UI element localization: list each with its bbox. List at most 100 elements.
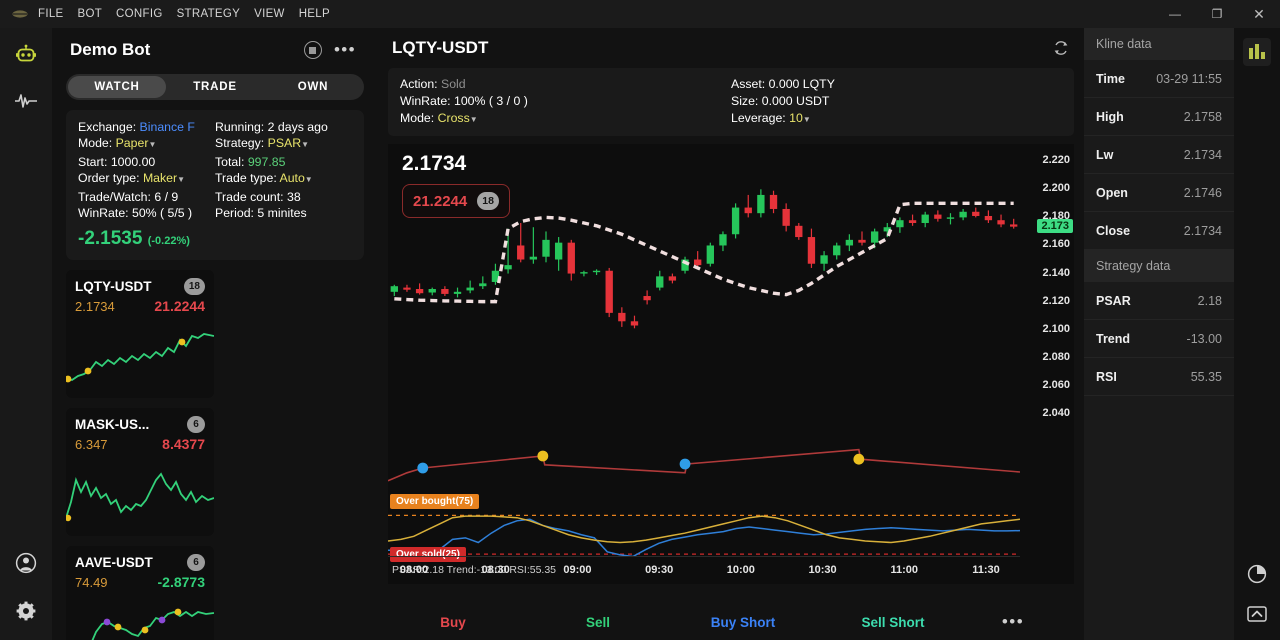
buy-button[interactable]: Buy bbox=[378, 615, 528, 630]
settings-gear-icon[interactable] bbox=[13, 598, 39, 624]
position-info-right: Asset: 0.000 LQTY Size: 0.000 USDT Lever… bbox=[731, 76, 1062, 128]
time-axis-tick: 10:30 bbox=[808, 564, 836, 576]
pulse-icon[interactable] bbox=[13, 88, 39, 114]
sparkline-chart bbox=[66, 322, 214, 394]
leverage-value[interactable]: 10 bbox=[789, 111, 803, 125]
strategy-key: RSI bbox=[1096, 370, 1117, 384]
robot-icon[interactable] bbox=[13, 42, 39, 68]
table-row: Trend -13.00 bbox=[1084, 320, 1234, 358]
list-item[interactable]: AAVE-USDT 6 74.49 -2.8773 bbox=[66, 546, 214, 640]
center-mode-value[interactable]: Cross bbox=[438, 111, 470, 125]
action-label: Action: bbox=[400, 77, 438, 91]
pie-chart-icon[interactable] bbox=[1243, 560, 1271, 588]
kline-value: 2.1734 bbox=[1184, 148, 1222, 162]
card-header: AAVE-USDT 6 bbox=[75, 554, 205, 571]
center-panel: LQTY-USDT Action: Sold WinRate: bbox=[378, 28, 1084, 640]
asset-row: Asset: 0.000 LQTY bbox=[731, 76, 1062, 93]
trade-watch-row: Trade/Watch: 6 / 9 bbox=[78, 189, 215, 205]
trade-type-chevron-down-icon[interactable]: ▼ bbox=[305, 175, 313, 184]
stop-circle-icon[interactable] bbox=[304, 41, 322, 59]
mode-label: Mode: bbox=[78, 136, 112, 150]
trade-type-value[interactable]: Auto bbox=[280, 171, 305, 185]
account-icon[interactable] bbox=[13, 550, 39, 576]
center-winrate-label: WinRate: bbox=[400, 94, 451, 108]
order-type-value[interactable]: Maker bbox=[143, 171, 177, 185]
running-value: 2 days ago bbox=[268, 120, 328, 134]
menu-config[interactable]: CONFIG bbox=[116, 8, 163, 20]
card-prices: 2.1734 21.2244 bbox=[75, 298, 205, 314]
list-item[interactable]: MASK-US... 6 6.347 8.4377 bbox=[66, 408, 214, 536]
menu-bar[interactable]: FILE BOT CONFIG STRATEGY VIEW HELP bbox=[30, 8, 330, 20]
menu-file[interactable]: FILE bbox=[38, 8, 64, 20]
left-rail-bottom-group bbox=[13, 550, 39, 640]
strategy-value: -13.00 bbox=[1187, 332, 1222, 346]
table-row: High 2.1758 bbox=[1084, 98, 1234, 136]
price-chart[interactable]: 2.1734 21.2244 18 w.m.s Over bought(75) … bbox=[388, 144, 1074, 584]
time-axis-tick: 08:00 bbox=[400, 564, 428, 576]
bar-chart-icon[interactable] bbox=[1243, 38, 1271, 66]
exchange-label: Exchange: bbox=[78, 120, 136, 134]
time-axis-tick: 09:30 bbox=[645, 564, 673, 576]
menu-strategy[interactable]: STRATEGY bbox=[177, 8, 241, 20]
left-panel: Demo Bot ••• WATCH TRADE OWN Exchange: B… bbox=[52, 28, 378, 640]
list-item[interactable]: LQTY-USDT 18 2.1734 21.2244 bbox=[66, 270, 214, 398]
menu-help[interactable]: HELP bbox=[299, 8, 330, 20]
mode-chevron-down-icon[interactable]: ▼ bbox=[148, 140, 156, 149]
running-row: Running: 2 days ago bbox=[215, 119, 352, 135]
total-label: Total: bbox=[215, 155, 244, 169]
minimize-button[interactable]: — bbox=[1154, 0, 1196, 28]
time-axis-tick: 11:00 bbox=[891, 564, 919, 576]
time-axis: 08:0008:3009:0009:3010:0010:3011:0011:30 bbox=[388, 556, 1020, 584]
kline-key: Open bbox=[1096, 186, 1128, 200]
right-rail bbox=[1234, 28, 1280, 640]
more-dots-icon[interactable]: ••• bbox=[334, 40, 356, 60]
tab-watch[interactable]: WATCH bbox=[68, 76, 166, 98]
collapse-up-icon[interactable] bbox=[1243, 600, 1271, 628]
card-price: 2.1734 bbox=[75, 299, 115, 314]
price-axis: 2.2202.2002.1802.1602.1402.1202.1002.080… bbox=[1020, 144, 1074, 554]
strategy-value[interactable]: PSAR bbox=[268, 136, 302, 150]
exchange-row: Exchange: Binance F bbox=[78, 119, 215, 135]
bot-header: Demo Bot ••• bbox=[52, 28, 378, 66]
card-symbol: AAVE-USDT bbox=[75, 555, 153, 570]
order-type-chevron-down-icon[interactable]: ▼ bbox=[177, 175, 185, 184]
sell-button[interactable]: Sell bbox=[528, 615, 668, 630]
strategy-row: Strategy: PSAR▼ bbox=[215, 135, 352, 153]
close-button[interactable]: ✕ bbox=[1238, 0, 1280, 28]
pnl-summary: -2.1535 (-0.22%) bbox=[78, 228, 352, 250]
center-mode-chevron-down-icon[interactable]: ▼ bbox=[470, 115, 478, 124]
more-actions-button[interactable]: ••• bbox=[968, 612, 1058, 632]
pnl-value: -2.1535 bbox=[78, 228, 142, 249]
strategy-label: Strategy: bbox=[215, 136, 264, 150]
time-axis-tick: 08:30 bbox=[482, 564, 510, 576]
center-winrate-row: WinRate: 100% ( 3 / 0 ) bbox=[400, 93, 731, 110]
menu-view[interactable]: VIEW bbox=[254, 8, 285, 20]
profit-pill[interactable]: 21.2244 18 bbox=[402, 184, 510, 218]
winrate-row: WinRate: 50% ( 5/5 ) bbox=[78, 205, 215, 221]
price-axis-tick: 2.080 bbox=[1042, 351, 1070, 363]
strategy-chevron-down-icon[interactable]: ▼ bbox=[301, 140, 309, 149]
refresh-icon[interactable] bbox=[1052, 39, 1070, 57]
mode-value[interactable]: Paper bbox=[116, 136, 149, 150]
leverage-chevron-down-icon[interactable]: ▼ bbox=[803, 115, 811, 124]
center-winrate-value: 100% ( 3 / 0 ) bbox=[454, 94, 528, 108]
menu-bot[interactable]: BOT bbox=[78, 8, 103, 20]
card-change: 8.4377 bbox=[162, 436, 205, 452]
tab-own[interactable]: OWN bbox=[264, 76, 362, 98]
sell-short-button[interactable]: Sell Short bbox=[818, 615, 968, 630]
card-price: 6.347 bbox=[75, 437, 108, 452]
position-info-left: Action: Sold WinRate: 100% ( 3 / 0 ) Mod… bbox=[400, 76, 731, 128]
price-axis-tick: 2.060 bbox=[1042, 379, 1070, 391]
start-value: 1000.00 bbox=[111, 155, 155, 169]
buy-short-button[interactable]: Buy Short bbox=[668, 615, 818, 630]
tab-trade[interactable]: TRADE bbox=[166, 76, 264, 98]
kline-key: Time bbox=[1096, 72, 1125, 86]
table-row: RSI 55.35 bbox=[1084, 358, 1234, 396]
table-row: Time 03-29 11:55 bbox=[1084, 60, 1234, 98]
price-axis-tick: 2.100 bbox=[1042, 323, 1070, 335]
kline-value: 2.1734 bbox=[1184, 224, 1222, 238]
size-label: Size: bbox=[731, 94, 758, 108]
price-axis-tick: 2.040 bbox=[1042, 407, 1070, 419]
card-symbol: LQTY-USDT bbox=[75, 279, 152, 294]
maximize-button[interactable]: ❐ bbox=[1196, 0, 1238, 28]
